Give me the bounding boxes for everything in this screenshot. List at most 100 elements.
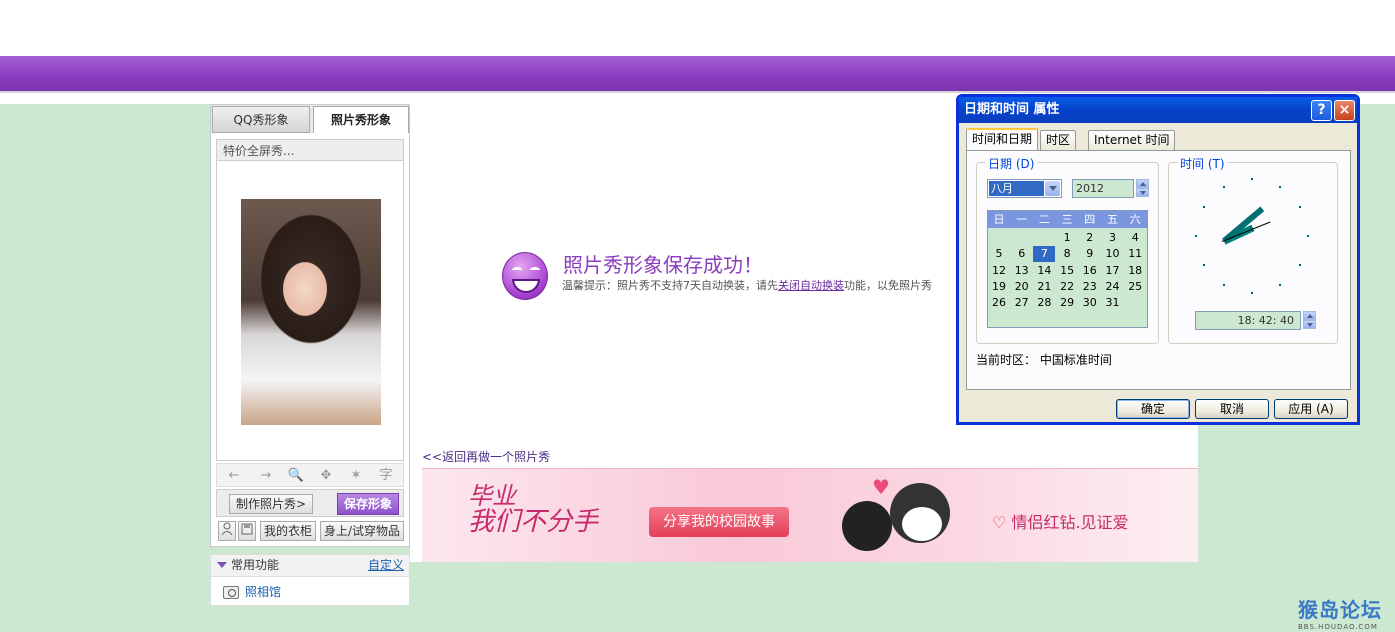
calendar-day[interactable]: 3 (1102, 230, 1124, 246)
calendar-day[interactable]: 27 (1011, 295, 1033, 311)
tab-timezone[interactable]: 时区 (1040, 130, 1077, 150)
share-story-button[interactable]: 分享我的校园故事 (649, 507, 789, 537)
calendar-day[interactable]: 21 (1033, 279, 1055, 295)
banner-line-2: 我们不分手 (468, 507, 599, 537)
calendar-day[interactable]: 18 (1124, 263, 1146, 279)
try-on-items-button[interactable]: 身上/试穿物品 (320, 521, 404, 541)
date-group: 日期 (D) 八月 2012 日一二三四五六 1 2 3 4 5 6 7 8 9 10 11 12 13… (976, 155, 1159, 344)
calendar-day[interactable]: 31 (1102, 295, 1124, 311)
calendar-day[interactable]: 9 (1079, 246, 1101, 262)
current-timezone-label: 当前时区： 中国标准时间 (976, 353, 1112, 367)
date-legend: 日期 (D) (985, 155, 1038, 172)
back-make-another-link[interactable]: <<返回再做一个照片秀 (422, 448, 550, 465)
collapse-arrow-icon[interactable] (217, 562, 227, 568)
calendar-day[interactable]: 2 (1079, 230, 1101, 246)
apply-button[interactable]: 应用 (A) (1274, 399, 1348, 419)
calendar-day[interactable]: 20 (1011, 279, 1033, 295)
dialog-titlebar[interactable]: 日期和时间 属性 ? × (959, 97, 1357, 123)
wardrobe-row: 我的衣柜 身上/试穿物品 (216, 519, 404, 543)
watermark-url: BBS.HOUDAO.COM (1298, 623, 1378, 631)
tab-qq-show[interactable]: QQ秀形象 (212, 106, 310, 133)
common-functions-title: 常用功能 (231, 558, 280, 572)
calendar-day[interactable]: 5 (988, 246, 1010, 262)
zoom-icon[interactable]: 🔍 (285, 467, 307, 485)
calendar-day[interactable]: 4 (1124, 230, 1146, 246)
watermark-logo-text: 猴岛论坛 (1298, 598, 1382, 622)
calendar-grid: 日一二三四五六 1 2 3 4 5 6 7 8 9 10 11 12 13 14 15 16 17 18 19 20 2… (987, 210, 1148, 328)
edit-toolbar: ← → 🔍 ✥ ✶ 字 (216, 463, 404, 487)
calendar-day[interactable]: 29 (1056, 295, 1078, 311)
calendar-day[interactable]: 15 (1056, 263, 1078, 279)
time-spinner[interactable] (1303, 311, 1316, 330)
banner-right-slogan: ♡ 情侣红钻.见证爱 (992, 509, 1129, 533)
make-photo-show-button[interactable]: 制作照片秀> (229, 494, 313, 514)
calendar-day[interactable]: 30 (1079, 295, 1101, 311)
calendar-day[interactable]: 11 (1124, 246, 1146, 262)
my-wardrobe-button[interactable]: 我的衣柜 (260, 521, 316, 541)
calendar-day[interactable]: 22 (1056, 279, 1078, 295)
move-icon[interactable]: ✥ (315, 467, 337, 485)
calendar-day[interactable]: 14 (1033, 263, 1055, 279)
save-disk-icon[interactable] (238, 521, 256, 541)
customize-link[interactable]: 自定义 (368, 555, 404, 575)
promo-link[interactable]: 特价全屏秀... (216, 139, 404, 161)
help-icon[interactable]: ? (1311, 100, 1332, 121)
calendar-day[interactable]: 13 (1011, 263, 1033, 279)
calendar-day[interactable]: 12 (988, 263, 1010, 279)
forum-watermark: 猴岛论坛 BBS.HOUDAO.COM (1298, 594, 1390, 631)
save-image-button[interactable]: 保存形象 (337, 493, 399, 515)
calendar-day[interactable]: 26 (988, 295, 1010, 311)
photo-show-image (241, 199, 381, 425)
calendar-day[interactable]: 25 (1124, 279, 1146, 295)
smiley-eye-right (530, 267, 540, 273)
calendar-day[interactable]: 7 (1033, 246, 1056, 263)
month-select[interactable]: 八月 (987, 179, 1062, 198)
year-input[interactable]: 2012 (1072, 179, 1134, 198)
chevron-down-icon[interactable] (1045, 181, 1060, 196)
top-header-area (0, 0, 1395, 56)
person-icon-svg (221, 522, 233, 536)
calendar-day[interactable]: 8 (1056, 246, 1078, 262)
clock-tick (1223, 284, 1225, 287)
calendar-day[interactable]: 24 (1102, 279, 1124, 295)
disable-auto-change-link[interactable]: 关闭自动换装 (778, 279, 844, 292)
calendar-day[interactable]: 16 (1079, 263, 1101, 279)
calendar-day[interactable]: 28 (1033, 295, 1055, 311)
weekday-label: 五 (1107, 213, 1118, 226)
smiley-mouth (512, 279, 540, 293)
calendar-day[interactable]: 6 (1011, 246, 1033, 262)
calendar-day[interactable]: 1 (1056, 230, 1078, 246)
photo-studio-link[interactable]: 照相馆 (223, 583, 281, 601)
person-icon[interactable] (218, 521, 236, 541)
magic-wand-icon[interactable]: ✶ (345, 467, 367, 485)
date-time-tab-body: 日期 (D) 八月 2012 日一二三四五六 1 2 3 4 5 6 7 8 9 10 11 12 13… (966, 150, 1351, 390)
spin-down-icon[interactable] (1303, 320, 1316, 329)
spin-down-icon[interactable] (1136, 188, 1149, 197)
camera-icon (223, 586, 239, 599)
tab-date-time[interactable]: 时间和日期 (966, 128, 1039, 151)
weekday-label: 一 (1016, 213, 1028, 226)
calendar-day[interactable]: 17 (1102, 263, 1124, 279)
cancel-button[interactable]: 取消 (1195, 399, 1269, 419)
calendar-day[interactable]: 10 (1102, 246, 1124, 262)
tip-prefix: 温馨提示：照片秀不支持7天自动换装，请先 (562, 279, 778, 292)
calendar-day[interactable]: 19 (988, 279, 1010, 295)
spin-up-icon[interactable] (1136, 179, 1149, 188)
redo-icon[interactable]: → (255, 467, 277, 485)
tab-internet-time[interactable]: Internet 时间 (1088, 130, 1176, 150)
undo-icon[interactable]: ← (223, 467, 245, 485)
calendar-weekday-header: 日一二三四五六 (988, 211, 1147, 228)
clock-tick (1251, 177, 1253, 180)
close-icon[interactable]: × (1334, 100, 1355, 121)
time-input[interactable]: 18: 42: 40 (1195, 311, 1301, 330)
tab-photo-show[interactable]: 照片秀形象 (313, 106, 409, 133)
clock-tick (1307, 235, 1309, 237)
text-icon[interactable]: 字 (375, 467, 397, 485)
spin-up-icon[interactable] (1303, 311, 1316, 320)
graduation-banner[interactable]: 毕业 我们不分手 分享我的校园故事 ♥ ♡ 情侣红钻.见证爱 (422, 468, 1198, 562)
year-spinner[interactable] (1136, 179, 1149, 198)
date-time-properties-dialog: 日期和时间 属性 ? × 时间和日期 时区 Internet 时间 日期 (D)… (956, 94, 1360, 425)
common-functions-header[interactable]: 常用功能 自定义 (211, 555, 409, 577)
calendar-day[interactable]: 23 (1079, 279, 1101, 295)
ok-button[interactable]: 确定 (1116, 399, 1190, 419)
